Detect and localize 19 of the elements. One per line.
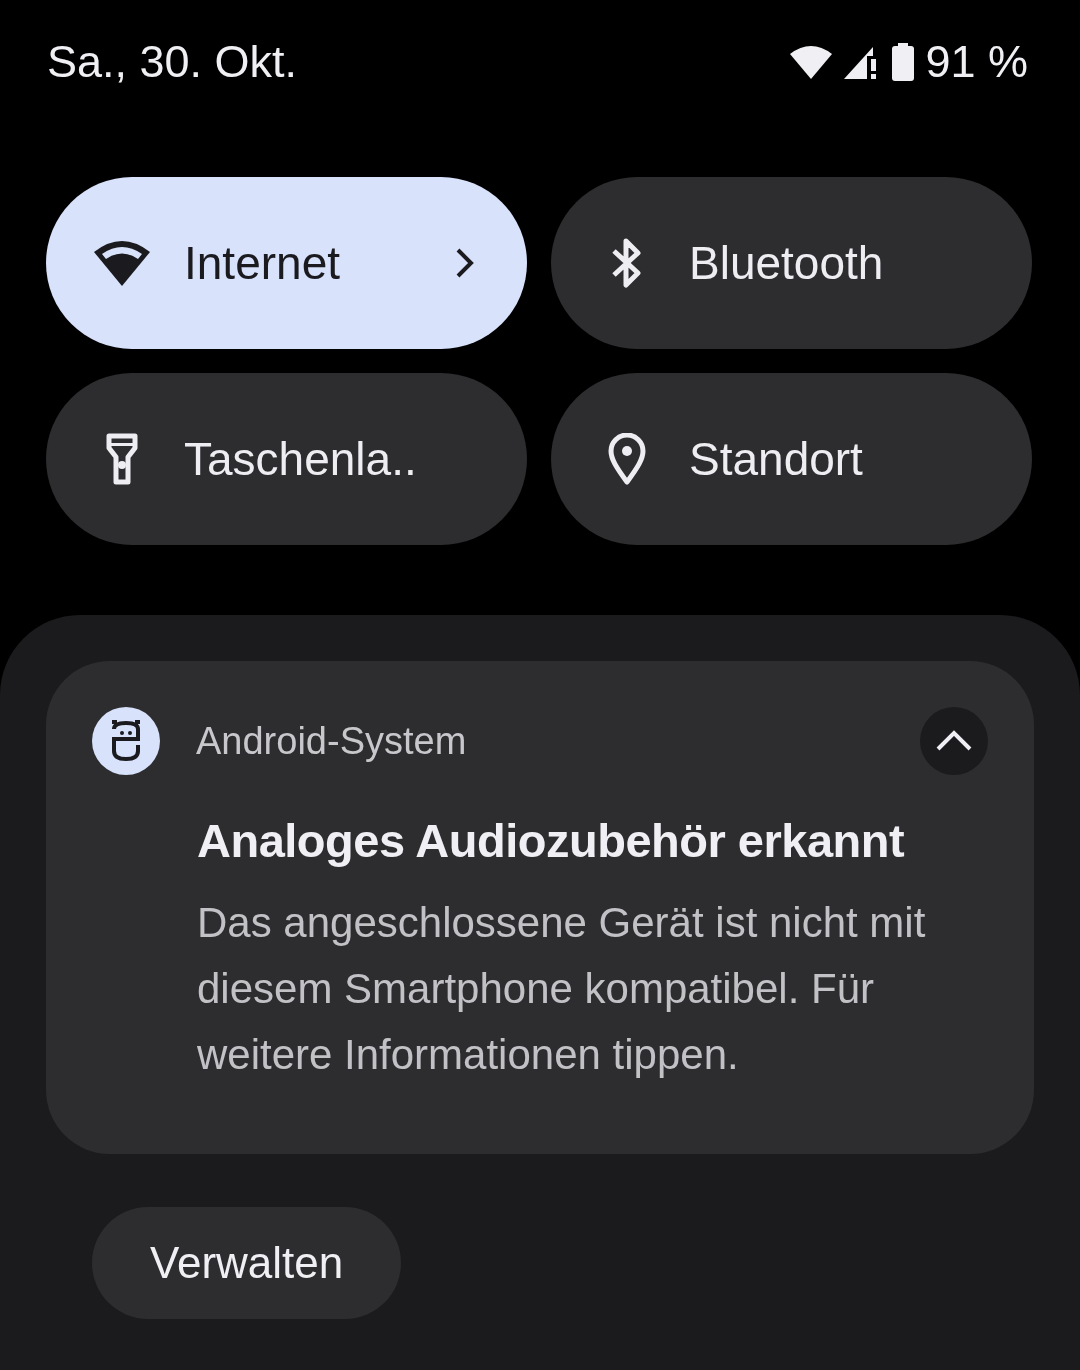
notification-card[interactable]: Android-System Analoges Audiozubehör erkannt Das angeschlossene Gerät ist nicht mit diesem Smartphone kompatibel. Für weitere Informationen tippen. [46, 661, 1034, 1154]
app-name: Android-System [196, 719, 468, 763]
chevron-up-icon [935, 730, 973, 752]
manage-button[interactable]: Verwalten [92, 1207, 402, 1319]
robot-icon [92, 707, 160, 775]
notification-text: Das angeschlossene Gerät ist nicht mit diesem Smartphone kompatibel. Für weitere Informationen tippen. [197, 898, 927, 1080]
flashlight-icon [106, 433, 138, 485]
bluetooth-icon [610, 237, 644, 289]
battery-icon [891, 43, 916, 81]
quick-settings-tile[interactable]: Standort [551, 373, 1032, 545]
wifi-icon [92, 238, 152, 288]
quick-settings-tile[interactable]: Internet [46, 177, 527, 349]
battery-percentage: 91 % [925, 36, 1028, 88]
wifi-signal-icon [789, 44, 834, 80]
date-text: Sa., 30. Okt. [47, 36, 298, 88]
notification-title: Analoges Audiozubehör erkannt [197, 813, 906, 868]
quick-settings-tile[interactable]: Taschenla.. [46, 373, 527, 545]
location-pin-icon [608, 433, 646, 485]
quick-settings-tile[interactable]: Bluetooth [551, 177, 1032, 349]
